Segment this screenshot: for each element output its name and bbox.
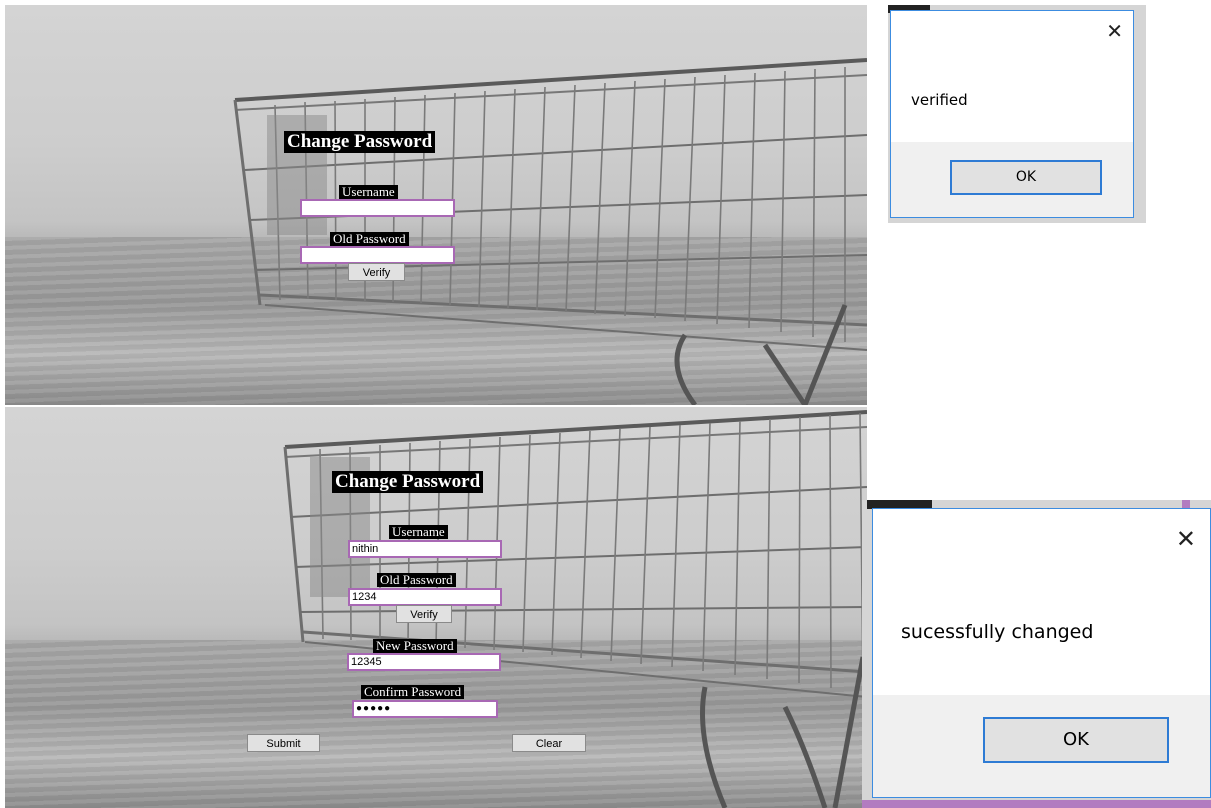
new-password-label: New Password <box>373 639 457 653</box>
username-input[interactable]: nithin <box>348 540 502 558</box>
message-box-bottom: ✕ sucessfully changed OK <box>872 508 1211 798</box>
new-password-input[interactable]: 12345 <box>347 653 501 671</box>
dialog-footer: OK <box>891 142 1133 217</box>
message-text: sucessfully changed <box>901 621 1094 643</box>
old-password-input[interactable]: 1234 <box>348 588 502 606</box>
backdrop-stripe <box>862 800 1211 808</box>
clear-button[interactable]: Clear <box>512 734 586 752</box>
verify-button[interactable]: Verify <box>396 605 452 623</box>
username-label: Username <box>339 185 398 199</box>
confirm-password-label: Confirm Password <box>361 685 465 699</box>
page-title: Change Password <box>284 131 436 153</box>
username-input[interactable] <box>300 199 455 217</box>
message-text: verified <box>911 91 968 109</box>
close-icon[interactable]: ✕ <box>1106 21 1123 41</box>
old-password-input[interactable] <box>300 246 455 264</box>
old-password-label: Old Password <box>377 573 456 587</box>
username-label: Username <box>389 525 448 539</box>
message-box-top: ✕ verified OK <box>890 10 1134 218</box>
ok-button[interactable]: OK <box>950 160 1102 195</box>
confirm-password-input[interactable]: ●●●●● <box>352 700 498 718</box>
ok-button[interactable]: OK <box>983 717 1169 763</box>
old-password-label: Old Password <box>330 232 409 246</box>
dialog-footer: OK <box>873 695 1210 797</box>
submit-button[interactable]: Submit <box>247 734 320 752</box>
verify-button[interactable]: Verify <box>348 263 405 281</box>
page-title: Change Password <box>332 471 484 493</box>
close-icon[interactable]: ✕ <box>1176 527 1196 551</box>
